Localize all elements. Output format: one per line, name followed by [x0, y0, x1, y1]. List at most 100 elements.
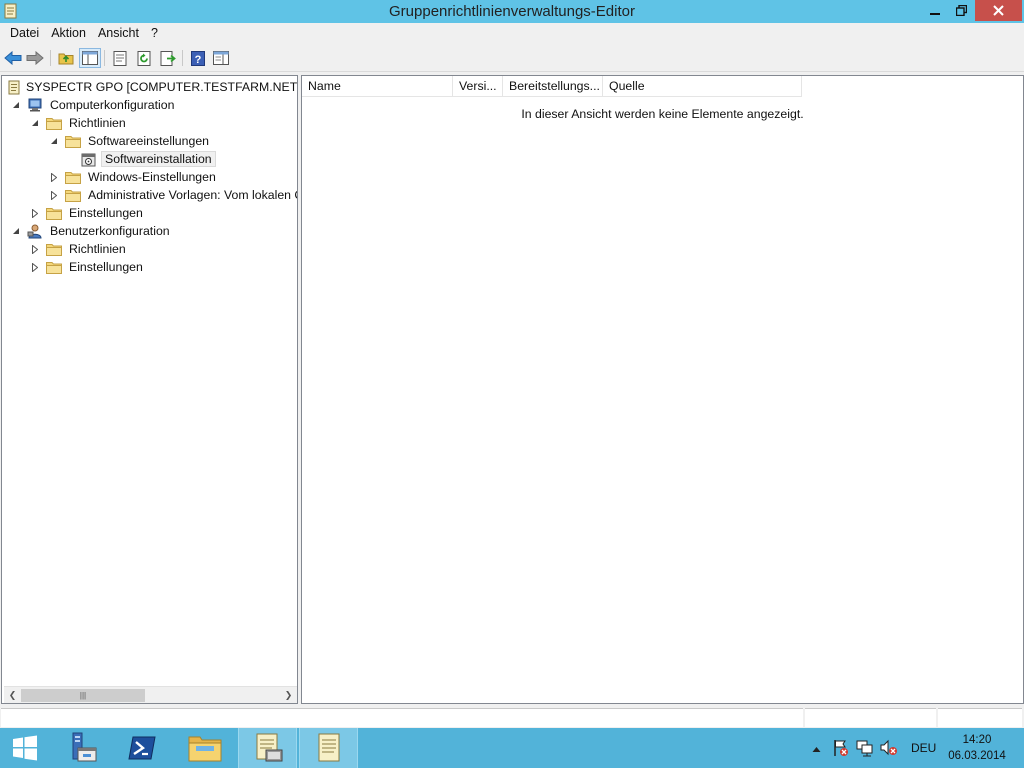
export-list-button[interactable] [157, 48, 179, 68]
volume-status[interactable] [880, 739, 898, 760]
column-name[interactable]: Name [302, 76, 453, 97]
taskbar-powershell[interactable] [117, 728, 167, 768]
column-deployment[interactable]: Bereitstellungs... [503, 76, 603, 97]
status-field-main [1, 708, 803, 727]
toolbar: ? [0, 44, 1024, 72]
taskbar-gp-editor[interactable] [299, 728, 358, 768]
taskbar: DEU 14:20 06.03.2014 [0, 728, 1024, 768]
tree-item-label: Einstellungen [69, 206, 143, 220]
help-icon: ? [191, 50, 205, 66]
status-bar [0, 705, 1024, 728]
tree-root-label: SYSPECTR GPO [COMPUTER.TESTFARM.NET ] [26, 80, 298, 94]
status-field-3 [938, 708, 1022, 727]
column-version[interactable]: Versi... [453, 76, 503, 97]
folder-icon [46, 206, 62, 220]
toolbar-separator [182, 50, 183, 66]
tree-item-label: Einstellungen [69, 260, 143, 274]
tree-item-label: Administrative Vorlagen: Vom lokalen Co [88, 188, 298, 202]
tree-item-einstellungen-benutzer[interactable]: Einstellungen [30, 258, 146, 276]
taskbar-explorer[interactable] [178, 728, 232, 768]
up-one-level-button[interactable] [55, 48, 77, 68]
collapse-arrow-icon[interactable] [30, 118, 40, 128]
folder-icon [65, 170, 81, 184]
tree-item-label: Computerkonfiguration [50, 98, 175, 112]
empty-list-message: In dieser Ansicht werden keine Elemente … [521, 107, 804, 121]
show-hide-action-pane-button[interactable] [210, 48, 232, 68]
collapse-arrow-icon[interactable] [49, 136, 59, 146]
computer-config-icon [27, 98, 43, 112]
action-center-flag-icon [834, 740, 848, 756]
tree-item-richtlinien-benutzer[interactable]: Richtlinien [30, 240, 129, 258]
expand-arrow-icon[interactable] [30, 244, 40, 254]
back-arrow-icon [4, 51, 22, 65]
tree-item-windows-einstellungen[interactable]: Windows-Einstellungen [49, 168, 219, 186]
title-bar[interactable]: Gruppenrichtlinienverwaltungs-Editor [0, 0, 1024, 23]
tree-root[interactable]: SYSPECTR GPO [COMPUTER.TESTFARM.NET ] [6, 78, 298, 96]
toolbar-separator [104, 50, 105, 66]
status-field-2 [805, 708, 936, 727]
tree-item-administrative-vorlagen[interactable]: Administrative Vorlagen: Vom lokalen Co [49, 186, 298, 204]
expand-arrow-icon[interactable] [49, 172, 59, 182]
properties-icon [113, 50, 127, 66]
console-tree[interactable]: SYSPECTR GPO [COMPUTER.TESTFARM.NET ] Co… [1, 75, 298, 704]
gpmc-icon [256, 733, 282, 762]
show-hidden-icons-button[interactable] [812, 742, 821, 756]
taskbar-server-manager[interactable] [56, 728, 106, 768]
menu-view[interactable]: Ansicht [92, 23, 145, 44]
column-source[interactable]: Quelle [603, 76, 802, 97]
clock-time: 14:20 [962, 734, 992, 746]
forward-button[interactable] [24, 48, 46, 68]
folder-icon [46, 242, 62, 256]
refresh-icon [137, 50, 151, 66]
powershell-icon [128, 736, 156, 760]
network-status[interactable] [856, 739, 874, 760]
scroll-right-icon[interactable]: ❯ [280, 687, 297, 703]
expand-arrow-icon[interactable] [49, 190, 59, 200]
tree-item-richtlinien[interactable]: Richtlinien [30, 114, 129, 132]
properties-button[interactable] [109, 48, 131, 68]
tree-item-softwareinstallation[interactable]: Softwareinstallation [81, 150, 216, 168]
menu-action[interactable]: Aktion [45, 23, 92, 44]
action-center-flag[interactable] [833, 739, 849, 760]
server-manager-icon [72, 732, 97, 762]
back-button[interactable] [2, 48, 24, 68]
gp-editor-icon [318, 733, 339, 762]
tree-item-computerkonfiguration[interactable]: Computerkonfiguration [11, 96, 177, 114]
clock-date: 06.03.2014 [948, 750, 1006, 762]
input-language[interactable]: DEU [911, 741, 936, 755]
tree-item-label: Windows-Einstellungen [88, 170, 216, 184]
start-button[interactable] [0, 728, 50, 768]
column-header: Name Versi... Bereitstellungs... Quelle [302, 76, 802, 97]
show-hide-tree-button[interactable] [79, 48, 101, 68]
collapse-arrow-icon[interactable] [11, 100, 21, 110]
scrollbar-thumb[interactable]: ||| [21, 689, 145, 702]
tree-item-einstellungen-computer[interactable]: Einstellungen [30, 204, 146, 222]
explorer-icon [188, 736, 222, 762]
scroll-left-icon[interactable]: ❮ [4, 687, 21, 703]
toolbar-separator [50, 50, 51, 66]
restore-button[interactable] [948, 0, 975, 21]
tree-item-benutzerkonfiguration[interactable]: Benutzerkonfiguration [11, 222, 173, 240]
results-pane[interactable]: Name Versi... Bereitstellungs... Quelle … [301, 75, 1024, 704]
expand-arrow-icon[interactable] [30, 208, 40, 218]
tree-item-softwareeinstellungen[interactable]: Softwareeinstellungen [49, 132, 212, 150]
forward-arrow-icon [26, 51, 44, 65]
tree-item-label: Benutzerkonfiguration [50, 224, 170, 238]
menu-file[interactable]: Datei [4, 23, 45, 44]
horizontal-scrollbar[interactable]: ❮ ||| ❯ [4, 686, 297, 703]
help-button[interactable]: ? [187, 48, 209, 68]
menu-bar: Datei Aktion Ansicht ? [0, 23, 1024, 44]
start-icon [13, 735, 37, 761]
minimize-button[interactable] [921, 0, 948, 21]
clock[interactable]: 14:20 06.03.2014 [942, 732, 1012, 764]
chevron-up-icon [812, 747, 821, 752]
tree-item-label: Richtlinien [69, 116, 126, 130]
menu-help[interactable]: ? [145, 23, 164, 44]
software-installation-icon [81, 152, 97, 166]
expand-arrow-icon[interactable] [30, 262, 40, 272]
collapse-arrow-icon[interactable] [11, 226, 21, 236]
tree-item-label: Richtlinien [69, 242, 126, 256]
close-button[interactable] [975, 0, 1022, 21]
taskbar-gpmc[interactable] [238, 728, 297, 768]
refresh-button[interactable] [133, 48, 155, 68]
